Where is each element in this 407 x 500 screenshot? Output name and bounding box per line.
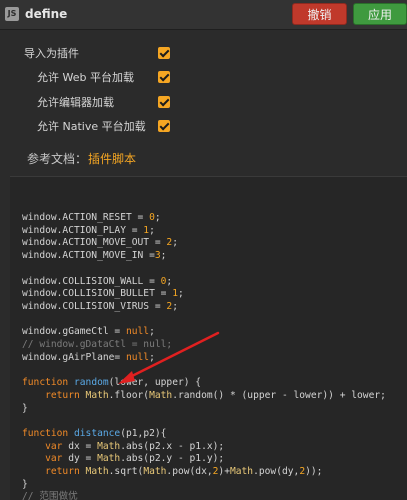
cancel-button[interactable]: 撤销 xyxy=(292,3,347,25)
js-file-icon: JS xyxy=(5,7,19,21)
allow-native-label: 允许 Native 平台加载 xyxy=(37,120,146,133)
code-editor[interactable]: window.ACTION_RESET = 0; window.ACTION_P… xyxy=(10,177,407,500)
apply-button[interactable]: 应用 xyxy=(353,3,407,25)
title-bar: JS define 撤销 应用 xyxy=(0,0,407,30)
reference-doc-label: 参考文档： xyxy=(27,152,88,166)
import-as-plugin-checkbox[interactable] xyxy=(158,47,170,59)
allow-web-label: 允许 Web 平台加载 xyxy=(37,71,134,84)
allow-native-checkbox[interactable] xyxy=(158,120,170,132)
allow-editor-checkbox[interactable] xyxy=(158,96,170,108)
file-title: define xyxy=(25,7,68,21)
allow-web-checkbox[interactable] xyxy=(158,71,170,83)
allow-editor-label: 允许编辑器加载 xyxy=(37,96,114,109)
code-content: window.ACTION_RESET = 0; window.ACTION_P… xyxy=(22,212,386,500)
import-as-plugin-label: 导入为插件 xyxy=(24,47,79,60)
plugin-script-doc-link[interactable]: 插件脚本 xyxy=(88,150,136,167)
